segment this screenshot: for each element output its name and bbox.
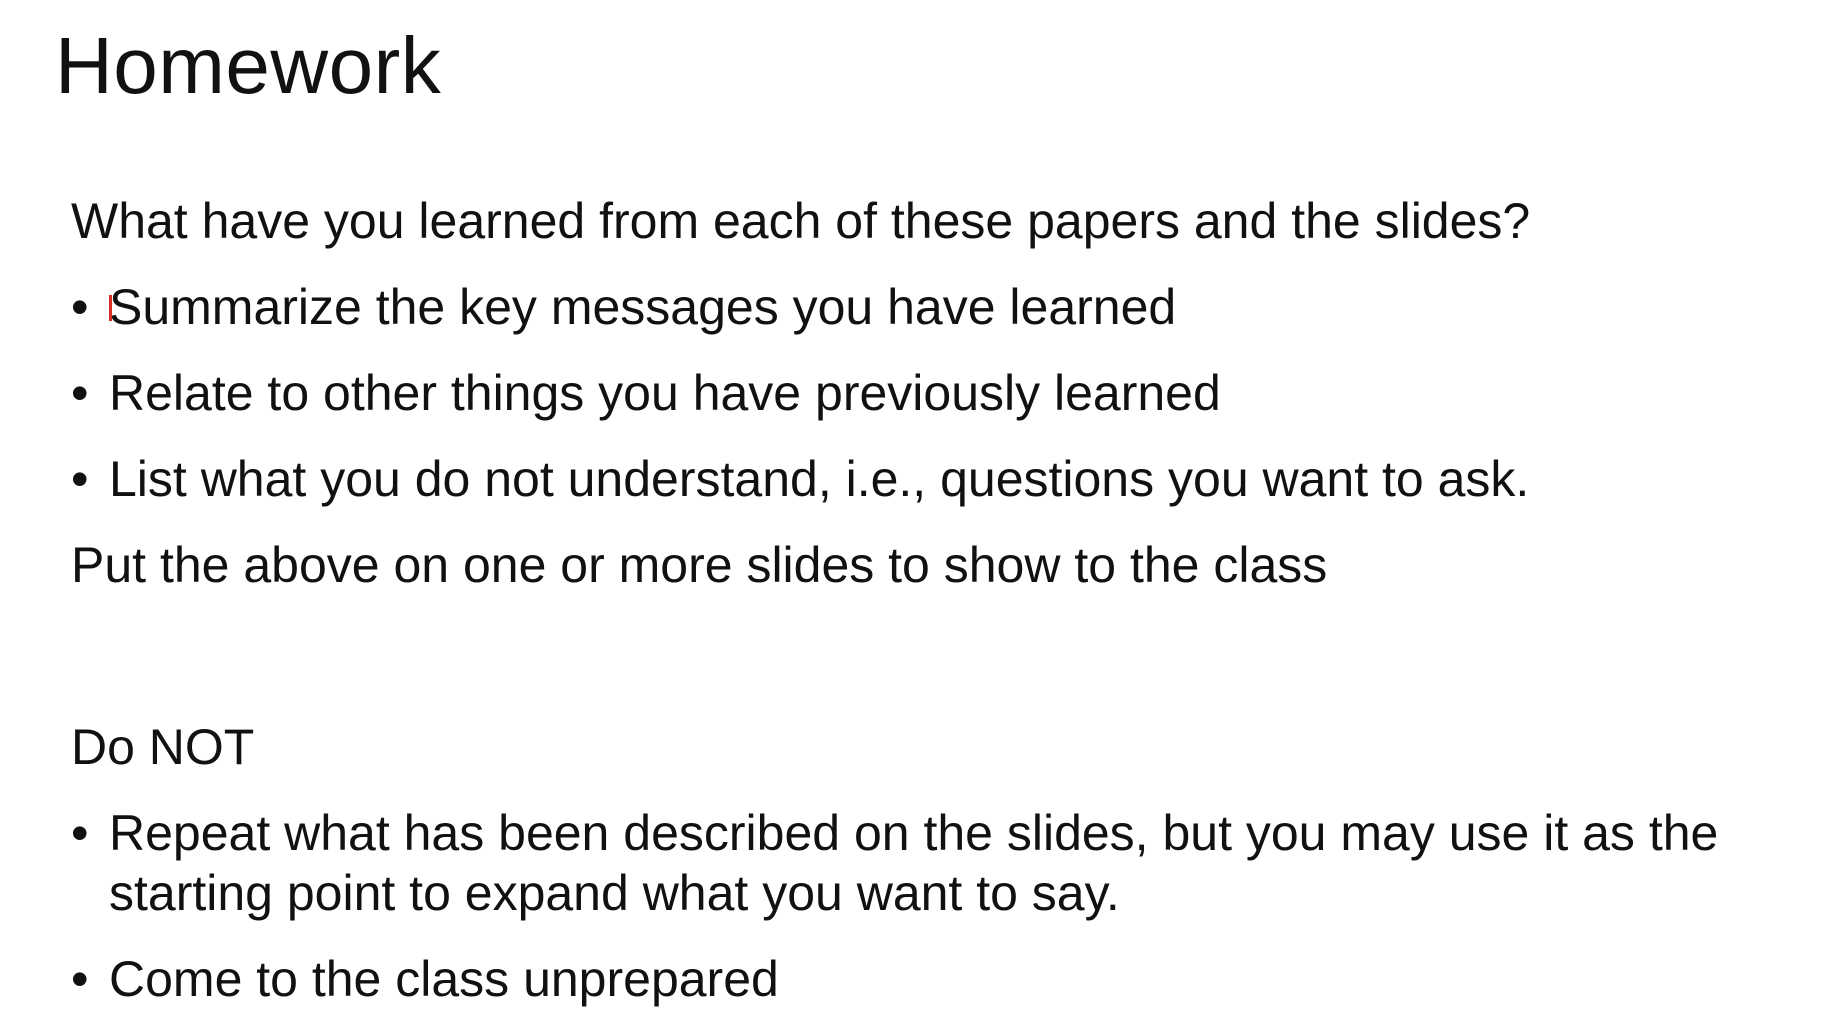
slide-title: Homework [55,21,442,110]
do-not-item-text: Come to the class unprepared [109,951,779,1007]
do-not-list: • Repeat what has been described on the … [71,803,1791,1009]
do-not-item-text: Repeat what has been described on the sl… [109,805,1719,921]
learn-item: • Relate to other things you have previo… [71,363,1791,423]
learn-item-text: Summarize the key messages you have lear… [109,279,1177,335]
learn-item-text: Relate to other things you have previous… [109,365,1221,421]
instruction-text: Put the above on one or more slides to s… [71,537,1328,593]
bullet-icon: • [71,365,89,421]
slide: Homework What have you learned from each… [0,0,1824,1010]
learn-item: • List what you do not understand, i.e.,… [71,449,1791,509]
do-not-item: • Repeat what has been described on the … [71,803,1791,923]
do-not-heading: Do NOT [71,719,255,775]
bullet-icon: • [71,951,89,1007]
learn-list: • Summarize the key messages you have le… [71,277,1791,509]
learn-item: • Summarize the key messages you have le… [71,277,1791,337]
bullet-icon: • [71,279,89,335]
slide-content: What have you learned from each of these… [71,191,1791,1009]
learn-item-text: List what you do not understand, i.e., q… [109,451,1530,507]
intro-question: What have you learned from each of these… [71,193,1531,249]
bullet-icon: • [71,451,89,507]
text-cursor-icon [109,295,112,321]
bullet-icon: • [71,805,89,861]
do-not-item: • Come to the class unprepared [71,949,1791,1009]
